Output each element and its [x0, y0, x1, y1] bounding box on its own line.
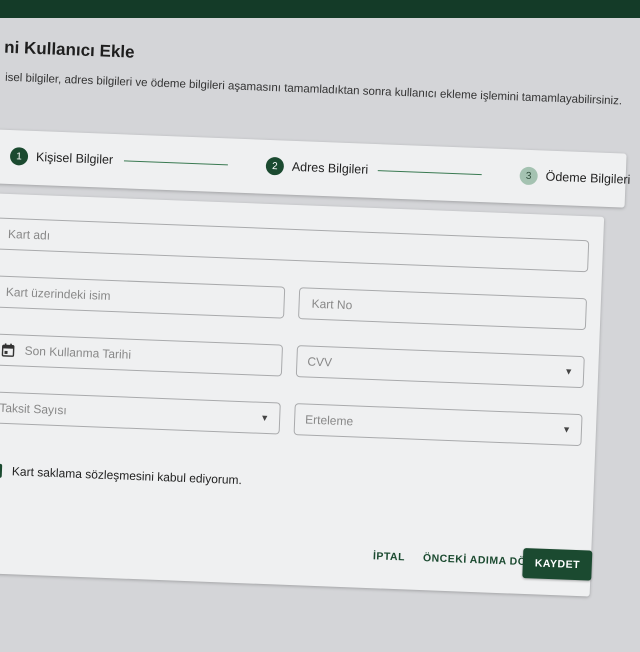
expiry-date-input[interactable] — [22, 342, 272, 369]
cvv-placeholder: CVV — [307, 354, 333, 370]
stepper: 1 Kişisel Bilgiler 2 Adres Bilgileri 3 Ö… — [0, 128, 631, 208]
installments-select[interactable]: Taksit Sayısı ▼ — [0, 391, 281, 435]
step-1-label: Kişisel Bilgiler — [35, 149, 114, 167]
step-personal-info[interactable]: 1 Kişisel Bilgiler — [9, 146, 114, 169]
step-address-info[interactable]: 2 Adres Bilgileri — [265, 156, 369, 179]
card-number-field[interactable] — [298, 287, 588, 331]
step-1-circle: 1 — [9, 146, 29, 166]
caret-down-icon: ▼ — [561, 424, 572, 435]
agreement-checkbox-row[interactable]: ✓ Kart saklama sözleşmesini kabul ediyor… — [0, 463, 242, 487]
deferral-select[interactable]: Erteleme ▼ — [293, 403, 583, 447]
agreement-label: Kart saklama sözleşmesini kabul ediyorum… — [11, 464, 243, 488]
card-name-input[interactable] — [5, 225, 578, 264]
step-2-circle: 2 — [265, 156, 285, 176]
step-3-label: Ödeme Bilgileri — [545, 169, 631, 187]
cvv-select[interactable]: CVV ▼ — [295, 345, 585, 389]
card-number-input[interactable] — [309, 295, 576, 322]
step-connector-1 — [123, 160, 228, 166]
caret-down-icon: ▼ — [564, 366, 574, 377]
expiry-date-field[interactable] — [0, 333, 284, 377]
step-3-circle: 3 — [519, 166, 539, 186]
save-button[interactable]: KAYDET — [522, 547, 593, 581]
calendar-icon[interactable] — [1, 343, 15, 357]
deferral-placeholder: Erteleme — [304, 412, 354, 429]
caret-down-icon: ▼ — [260, 412, 270, 424]
card-holder-input[interactable] — [3, 283, 274, 311]
page-subtitle: isel bilgiler, adres bilgileri ve ödeme … — [4, 71, 623, 108]
previous-step-button[interactable]: ÖNCEKİ ADIMA DÖN — [423, 552, 535, 568]
step-2-label: Adres Bilgileri — [291, 159, 369, 177]
step-connector-2 — [377, 170, 482, 176]
cancel-button[interactable]: İPTAL — [373, 550, 405, 563]
payment-form: CVV ▼ Taksit Sayısı ▼ Erteleme ▼ ✓ Kart … — [0, 192, 605, 597]
installments-placeholder: Taksit Sayısı — [0, 400, 67, 418]
page-title: ni Kullanıcı Ekle — [3, 37, 135, 62]
page-content: ni Kullanıcı Ekle isel bilgiler, adres b… — [0, 0, 640, 652]
card-name-field[interactable] — [0, 217, 590, 273]
agreement-checkbox[interactable]: ✓ — [0, 463, 3, 478]
step-payment-info[interactable]: 3 Ödeme Bilgileri — [519, 166, 631, 189]
card-holder-field[interactable] — [0, 275, 286, 319]
